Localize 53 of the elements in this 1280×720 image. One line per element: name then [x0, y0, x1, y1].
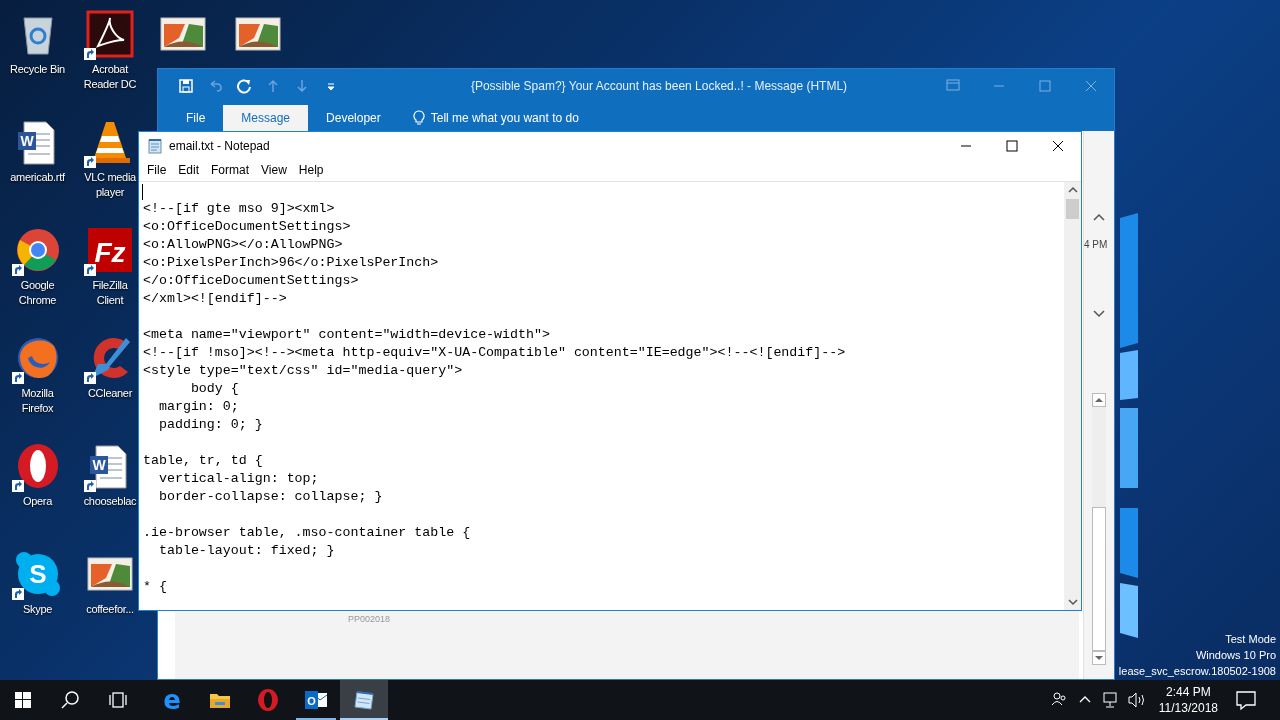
taskbar-app-button[interactable] — [340, 680, 388, 720]
system-notice-text: Windows 10 Pro — [1195, 648, 1276, 663]
icon-label[interactable]: Opera — [22, 494, 53, 509]
tell-me-search[interactable]: Tell me what you want to do — [430, 105, 579, 131]
notepad-icon — [147, 137, 163, 154]
menu-item[interactable]: Help — [292, 163, 330, 177]
taskbar-app-button[interactable]: e — [148, 680, 196, 720]
scrollbar[interactable] — [1064, 182, 1081, 610]
clock-time: 2:44 PM — [1166, 684, 1211, 700]
text-caret — [142, 184, 143, 200]
browser-icon: e — [160, 688, 184, 712]
window-title: email.txt - Notepad — [169, 138, 271, 153]
scroll-down-icon[interactable] — [1092, 651, 1106, 665]
letter-tile-icon[interactable]: Fz — [86, 226, 134, 274]
time-text: 4 PM — [1084, 239, 1108, 250]
icon-label[interactable]: VLC media player — [82, 170, 138, 200]
icon-label[interactable]: Mozilla Firefox — [5, 386, 70, 416]
system-notice-text: lease_svc_escrow.180502-1908 — [1118, 664, 1276, 679]
icon-label[interactable]: CCleaner — [87, 386, 133, 401]
ribbon-tab[interactable]: File — [168, 105, 224, 131]
icon-label[interactable]: Recycle Bin — [10, 62, 65, 77]
menu-item[interactable]: View — [255, 163, 293, 177]
chevron-down-icon[interactable] — [1093, 310, 1105, 318]
lightbulb-icon[interactable] — [412, 110, 425, 126]
text-editor-content[interactable]: <!--[if gte mso 9]><xml> <o:OfficeDocumentSettings> <o:AllowPNG></o:AllowPNG> <o:PixelsPerInch>96</o:PixelsPerInch> </o:OfficeDocumentSettings> </xml><![endif]--> <meta name="viewport" content="width=device-width"> <!--[if !mso]><!--><meta http-equiv="X-UA-Compatible" content="IE=edge"><!--<![endif]--> <style type="text/css" id="media-query"> body { margin: 0; padding: 0; } table, tr, td { vertical-align: top; border-collapse: collapse; } .ie-browser table, .mso-container table { table-layout: fixed; } * { — [139, 182, 1064, 596]
icon-label[interactable]: Skype — [22, 602, 53, 617]
icon-label[interactable]: Google Chrome — [5, 278, 70, 308]
icon-label[interactable]: americab.rtf — [10, 170, 65, 185]
save-icon[interactable] — [178, 78, 194, 94]
ribbon-tab[interactable]: Developer — [308, 105, 399, 131]
menu-item[interactable]: Edit — [172, 163, 206, 177]
scrollbar[interactable] — [1092, 393, 1106, 665]
clock-date: 11/13/2018 — [1158, 700, 1218, 716]
menu-item[interactable]: File — [141, 163, 173, 177]
menu-item[interactable]: Format — [205, 163, 256, 177]
footer-text: PP002018 — [348, 614, 392, 624]
icon-label[interactable]: FileZilla Client — [82, 278, 138, 308]
icon-label[interactable]: Acrobat Reader DC — [82, 62, 138, 92]
notepad-icon — [352, 688, 376, 712]
system-notice-text: Test Mode — [1225, 632, 1276, 647]
ribbon-tab[interactable]: Message — [223, 105, 309, 131]
scroll-thumb[interactable] — [1066, 199, 1079, 219]
clock[interactable]: 2:44 PM 11/13/2018 — [1150, 680, 1226, 720]
ring-logo-icon — [256, 688, 280, 712]
icon-label[interactable]: chooseblac — [83, 494, 137, 509]
chevron-up-icon[interactable] — [1093, 213, 1105, 221]
refresh-icon[interactable] — [236, 78, 252, 94]
window-title: {Possible Spam?} Your Account has been Locked..! - Message (HTML) — [469, 79, 849, 93]
pdf-document-icon[interactable] — [86, 10, 134, 58]
scroll-thumb[interactable] — [1092, 507, 1106, 651]
scroll-up-icon[interactable] — [1092, 393, 1106, 407]
icon-label[interactable]: coffeefor... — [86, 602, 134, 617]
taskbar-app-button[interactable]: O — [292, 680, 340, 720]
